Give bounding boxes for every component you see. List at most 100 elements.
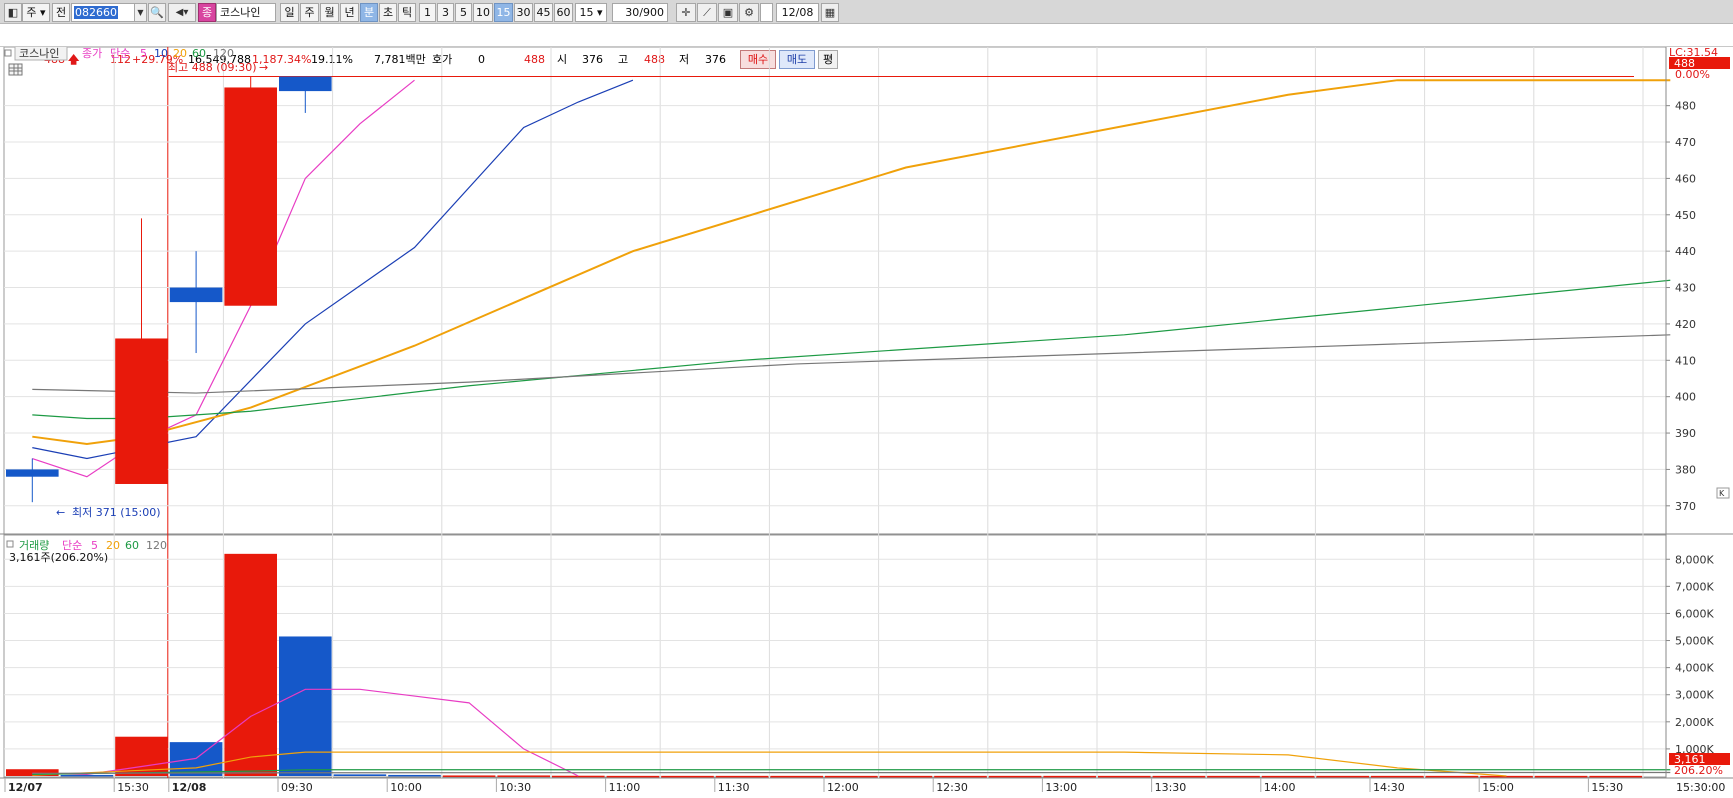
volume-bar <box>825 775 878 778</box>
volume-bar <box>1480 775 1533 778</box>
data-count-input[interactable]: 30/900 <box>612 3 668 22</box>
sound-icon[interactable]: ◀▾ <box>168 3 196 22</box>
date-checkbox[interactable] <box>760 3 773 22</box>
legend-toggle-icon[interactable] <box>4 49 12 57</box>
price-tick-label: 410 <box>1675 354 1696 367</box>
price-tick-label: 450 <box>1675 209 1696 222</box>
search-icon[interactable]: 🔍 <box>148 3 166 22</box>
volume-bar <box>279 636 332 776</box>
volume-tick-label: 7,000K <box>1675 580 1714 593</box>
period-week[interactable]: 주 <box>300 3 319 22</box>
time-tick-label: 15:30 <box>1591 781 1623 794</box>
price-tick-label: 430 <box>1675 282 1696 295</box>
time-tick-label: 10:00 <box>390 781 422 794</box>
minute-15[interactable]: 15 <box>494 3 513 22</box>
time-tick-label: 15:30 <box>117 781 149 794</box>
time-tick-label: 10:30 <box>499 781 531 794</box>
time-tick-label: 11:00 <box>609 781 641 794</box>
volume-bar <box>770 775 823 778</box>
chart-area[interactable]: 370 380 390 400 410 420 430 440 450 460 470 480 1,00… <box>0 45 1733 798</box>
volume-bar <box>224 553 277 776</box>
price-tick-label: 400 <box>1675 391 1696 404</box>
volume-bar <box>661 775 714 778</box>
volume-bar <box>169 742 223 776</box>
price-legend-ma60: 60 <box>192 47 206 60</box>
save-icon[interactable]: ▣ <box>718 3 738 22</box>
period-tick[interactable]: 틱 <box>398 3 416 22</box>
price-legend-type: 종가 <box>82 47 102 60</box>
volume-bar <box>1534 775 1588 778</box>
volume-bar <box>1207 775 1260 778</box>
candle-up <box>115 338 168 484</box>
minute-10[interactable]: 10 <box>473 3 493 22</box>
price-legend-ma-type: 단순 <box>110 47 130 60</box>
period-year[interactable]: 년 <box>340 3 359 22</box>
period-main-select[interactable]: 주 ▾ <box>22 3 50 22</box>
minute-1[interactable]: 1 <box>419 3 436 22</box>
time-tick-label: 15:30:00 <box>1676 781 1725 794</box>
price-legend-ma120: 120 <box>213 47 234 60</box>
candle-down <box>279 76 332 92</box>
price-legend-ma10: 10 <box>154 47 168 60</box>
minute-5[interactable]: 5 <box>455 3 472 22</box>
stock-code-value: 082660 <box>74 6 118 19</box>
period-second[interactable]: 초 <box>379 3 397 22</box>
time-tick-label: 09:30 <box>281 781 313 794</box>
minute-custom-select[interactable]: 15 ▾ <box>575 3 607 22</box>
code-dropdown-icon[interactable]: ▼ <box>134 3 147 22</box>
volume-legend-toggle-icon[interactable] <box>6 540 14 548</box>
volume-tick-label: 4,000K <box>1675 662 1714 675</box>
volume-legend: 거래량 단순 5 20 60 120 3,161주(206.20%) <box>6 539 167 564</box>
minute-30[interactable]: 30 <box>514 3 533 22</box>
candle-down <box>6 469 59 477</box>
high-price-note: 최고 488 (09:30) <box>168 61 257 74</box>
gear-icon[interactable]: ⚙ <box>739 3 759 22</box>
time-tick-label: 14:00 <box>1264 781 1296 794</box>
candle-down <box>169 287 223 303</box>
crosshair-icon[interactable]: ✛ <box>676 3 696 22</box>
price-tick-label: 370 <box>1675 500 1696 513</box>
calendar-icon[interactable]: ▦ <box>821 3 839 22</box>
period-month[interactable]: 월 <box>320 3 339 22</box>
volume-bar <box>1425 775 1479 778</box>
stock-code-input[interactable]: 082660 <box>71 3 135 22</box>
volume-bar <box>60 774 114 777</box>
volume-legend-ma120: 120 <box>146 539 167 552</box>
chart-toolbar: ◧ 주 ▾ 전 082660 ▼ 🔍 ◀▾ 종 코스나인 일 주 월 년 분 초… <box>0 0 1733 24</box>
volume-bar <box>1371 775 1424 778</box>
volume-bar <box>388 774 441 777</box>
minute-60[interactable]: 60 <box>554 3 573 22</box>
volume-legend-ma60: 60 <box>125 539 139 552</box>
time-tick-label: 15:00 <box>1482 781 1514 794</box>
price-tag-pct: 0.00% <box>1675 68 1710 81</box>
volume-bar <box>988 775 1042 778</box>
prev-button[interactable]: 전 <box>52 3 70 22</box>
high-arrow-icon: → <box>259 61 268 74</box>
volume-bar <box>879 775 933 778</box>
minute-45[interactable]: 45 <box>534 3 553 22</box>
volume-tag-pct: 206.20% <box>1674 764 1723 777</box>
period-day[interactable]: 일 <box>280 3 299 22</box>
price-tick-label: 420 <box>1675 318 1696 331</box>
price-legend-ma5: 5 <box>140 47 147 60</box>
price-legend-name: 코스나인 <box>19 47 59 60</box>
price-tick-label: 440 <box>1675 245 1696 258</box>
time-tick-label: 12:00 <box>827 781 859 794</box>
volume-tick-label: 5,000K <box>1675 635 1714 648</box>
volume-unit-letter: K <box>1719 489 1725 498</box>
volume-tick-label: 2,000K <box>1675 716 1714 729</box>
minute-3[interactable]: 3 <box>437 3 454 22</box>
date-input[interactable]: 12/08 <box>776 3 819 22</box>
quote-bar: 488 🡅 112 +29.79% 16,549,788 1,187.34% 1… <box>0 24 1733 69</box>
period-minute[interactable]: 분 <box>360 3 378 22</box>
volume-bar <box>1589 775 1642 778</box>
volume-bar <box>606 775 660 778</box>
time-tick-label: 13:00 <box>1045 781 1077 794</box>
draw-tool-icon[interactable]: ⟋ <box>697 3 717 22</box>
stock-name-display[interactable]: 코스나인 <box>216 3 276 22</box>
chart-canvas[interactable]: 3703803904004104204304404504604704801,00… <box>0 45 1733 798</box>
layout-icon[interactable]: ◧ <box>4 3 22 22</box>
volume-tick-label: 6,000K <box>1675 607 1714 620</box>
price-pane <box>6 76 1671 503</box>
table-icon[interactable] <box>8 63 23 76</box>
